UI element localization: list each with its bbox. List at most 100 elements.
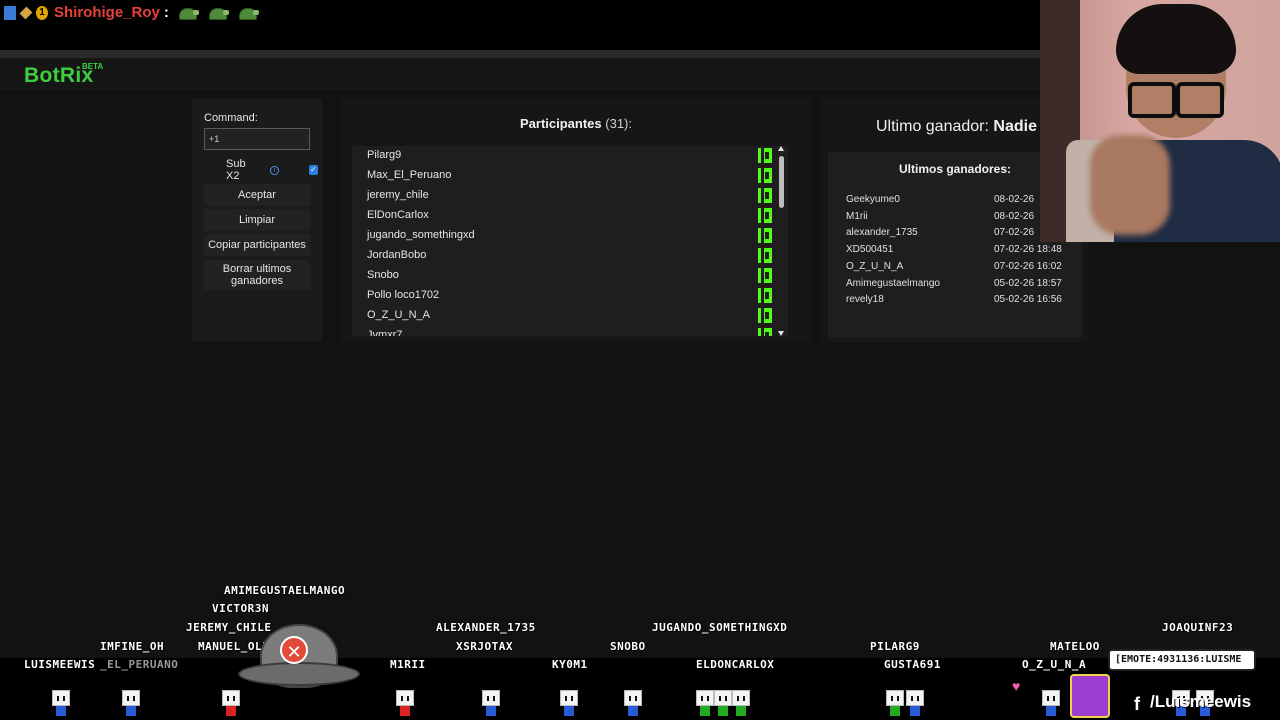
- avatar-name: SNOBO: [610, 640, 646, 653]
- participants-list[interactable]: Pilarg9 Max_El_Peruano jeremy_chile ElDonCa…: [352, 146, 788, 336]
- accept-button[interactable]: Aceptar: [204, 184, 310, 206]
- avatar-character: [480, 690, 502, 716]
- subscriber-badge-icon: [4, 5, 16, 20]
- last-winner-value: Nadie: [993, 118, 1037, 135]
- winner-date: 05-02-26 16:56: [994, 294, 1062, 306]
- participant-name: ElDonCarlox: [367, 209, 429, 221]
- avatar-character: [884, 690, 906, 716]
- sword-badge-icon: [19, 6, 33, 19]
- avatar-name: JOAQUINF23: [1162, 621, 1234, 634]
- sub-multiplier-row: Sub X2 i ✓: [204, 158, 318, 182]
- winner-date: 08-02-26: [994, 194, 1035, 205]
- avatar-name: ELDONCARLOX: [696, 658, 775, 671]
- command-label: Command:: [204, 112, 258, 124]
- emote-speech-bubble: [EMOTE:4931136:LUISME: [1108, 649, 1256, 671]
- participant-row[interactable]: jeremy_chile: [352, 186, 788, 206]
- kick-platform-icon: [758, 148, 772, 163]
- chat-overlay: 1 Shirohige_Roy :: [0, 0, 1040, 50]
- scroll-up-icon[interactable]: [778, 146, 784, 151]
- webcam-overlay: [1040, 0, 1280, 242]
- winner-name: M1rii: [846, 210, 868, 222]
- participants-panel: Participantes (31): Pilarg9 Max_El_Peruan…: [340, 98, 812, 342]
- app-header: BotRix BETA: [0, 58, 1040, 90]
- avatar-character: [50, 690, 72, 716]
- winner-row: O_Z_U_N_A 07-02-26 16:02: [846, 261, 1076, 277]
- participant-row[interactable]: Jvmxr7: [352, 326, 788, 336]
- participant-name: O_Z_U_N_A: [367, 309, 430, 321]
- avatar-character: [730, 690, 752, 716]
- avatar-name: M1RII: [390, 658, 426, 671]
- winner-row: Amimegustaelmango 05-02-26 18:57: [846, 278, 1076, 294]
- winner-date: 07-02-26 16:02: [994, 260, 1062, 272]
- winner-date: 07-02-26 18:48: [994, 244, 1062, 256]
- avatar-name: PILARG9: [870, 640, 920, 653]
- avatar-name: LUISMEEWIS: [24, 658, 96, 671]
- avatar-name: GUSTA691: [884, 658, 941, 671]
- streamer-hand: [1090, 135, 1170, 235]
- facebook-icon: f: [1134, 694, 1140, 714]
- participant-row[interactable]: Pilarg9: [352, 146, 788, 166]
- participants-title: Participantes (31):: [340, 116, 812, 131]
- avatar-character: [120, 690, 142, 716]
- turtle-emote-icon: [207, 5, 229, 21]
- participant-name: JordanBobo: [367, 249, 427, 261]
- last-winner-label: Ultimo ganador:: [876, 118, 989, 135]
- participant-name: Jvmxr7: [367, 329, 403, 336]
- winner-name: alexander_1735: [846, 227, 918, 239]
- avatar-name: IMFINE_OH: [100, 640, 165, 653]
- participant-row[interactable]: O_Z_U_N_A: [352, 306, 788, 326]
- participant-name: Pilarg9: [367, 149, 402, 161]
- participant-name: Snobo: [367, 269, 399, 281]
- winner-date: 05-02-26 18:57: [994, 277, 1062, 289]
- participant-name: jugando_somethingxd: [367, 229, 475, 241]
- participant-row[interactable]: ElDonCarlox: [352, 206, 788, 226]
- kick-platform-icon: [758, 228, 772, 243]
- last-winner: Ultimo ganador: Nadie: [876, 118, 1037, 136]
- scroll-down-icon[interactable]: [778, 331, 784, 336]
- kick-platform-icon: [758, 168, 772, 183]
- saucer-vehicle: ✕: [238, 624, 360, 694]
- participant-row[interactable]: Snobo: [352, 266, 788, 286]
- info-icon[interactable]: i: [269, 165, 279, 175]
- scrollbar-thumb[interactable]: [779, 156, 784, 208]
- browser-top-bar: [0, 50, 1040, 58]
- social-handle: /Luismeewis: [1150, 692, 1252, 711]
- participant-row[interactable]: Pollo loco1702: [352, 286, 788, 306]
- avatar-name: VICTOR3N: [212, 602, 269, 615]
- avatar-name: KY0M1: [552, 658, 588, 671]
- avatar-character: [220, 690, 242, 716]
- avatar-name: XSRJOTAX: [456, 640, 513, 653]
- winner-name: Amimegustaelmango: [846, 277, 940, 289]
- avatar-name: JUGANDO_SOMETHINGXD: [652, 621, 788, 634]
- participant-row[interactable]: Max_El_Peruano: [352, 166, 788, 186]
- winner-name: revely18: [846, 294, 884, 306]
- chat-message: 1 Shirohige_Roy :: [4, 4, 259, 21]
- winner-row: revely18 05-02-26 16:56: [846, 294, 1076, 310]
- participant-name: jeremy_chile: [367, 189, 429, 201]
- winner-date: 08-02-26: [994, 210, 1035, 222]
- participants-scrollbar[interactable]: [778, 146, 786, 336]
- copy-participants-button[interactable]: Copiar participantes: [204, 234, 310, 256]
- sub-x2-checkbox[interactable]: ✓: [308, 165, 318, 175]
- heart-icon: ♥: [1012, 678, 1021, 694]
- avatar-character: [394, 690, 416, 716]
- command-input[interactable]: [204, 128, 310, 150]
- chat-separator: :: [163, 4, 169, 21]
- x-emblem-icon: ✕: [280, 636, 308, 664]
- kick-platform-icon: [758, 188, 772, 203]
- avatar-character: [904, 690, 926, 716]
- avatar-name: ALEXANDER_1735: [436, 621, 536, 634]
- streamer-hair: [1116, 4, 1236, 74]
- turtle-emote-icon: [237, 5, 259, 21]
- delete-last-winners-button[interactable]: Borrar ultimos ganadores: [204, 260, 310, 290]
- bits-badge-icon: 1: [36, 5, 48, 20]
- avatar-character: [1040, 690, 1062, 716]
- winner-row: XD500451 07-02-26 18:48: [846, 244, 1076, 260]
- streamer-glasses: [1128, 82, 1224, 118]
- clear-button[interactable]: Limpiar: [204, 209, 310, 231]
- kick-platform-icon: [758, 248, 772, 263]
- avatar-character: [622, 690, 644, 716]
- participant-row[interactable]: jugando_somethingxd: [352, 226, 788, 246]
- avatar-name: O_Z_U_N_A: [1022, 658, 1087, 671]
- participant-row[interactable]: JordanBobo: [352, 246, 788, 266]
